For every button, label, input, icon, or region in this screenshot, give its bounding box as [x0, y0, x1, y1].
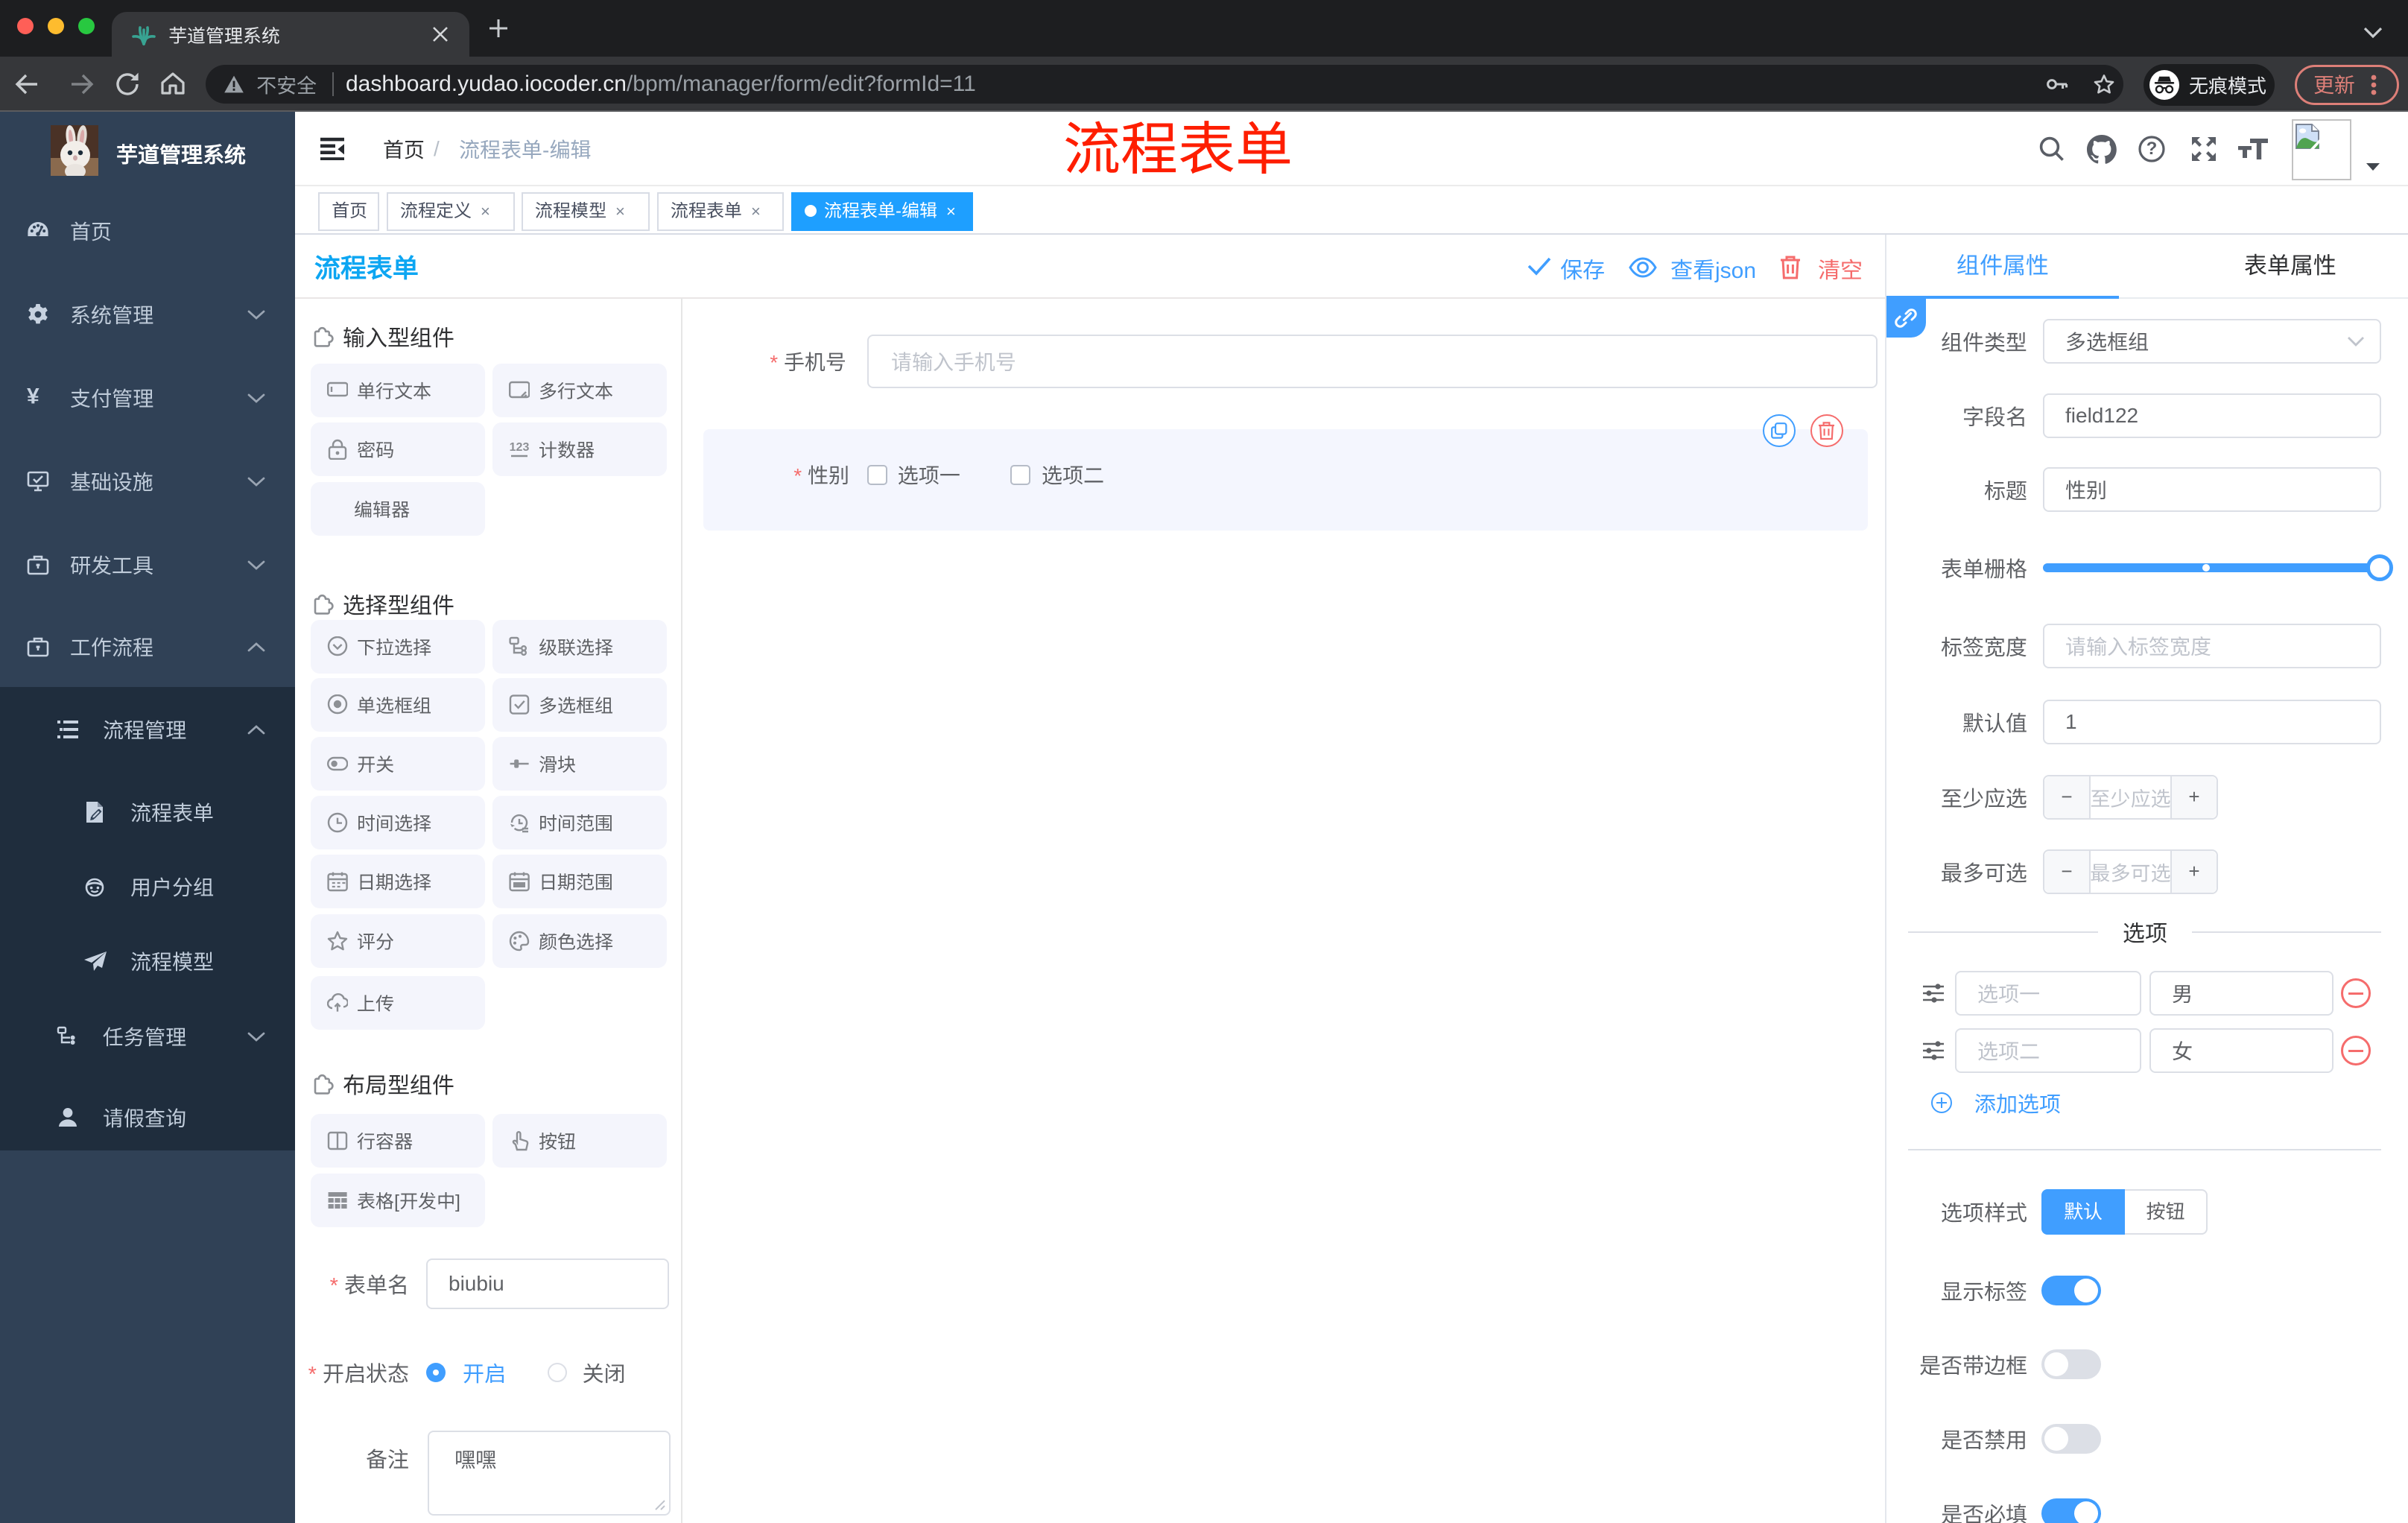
svg-text:123: 123 — [510, 441, 530, 454]
